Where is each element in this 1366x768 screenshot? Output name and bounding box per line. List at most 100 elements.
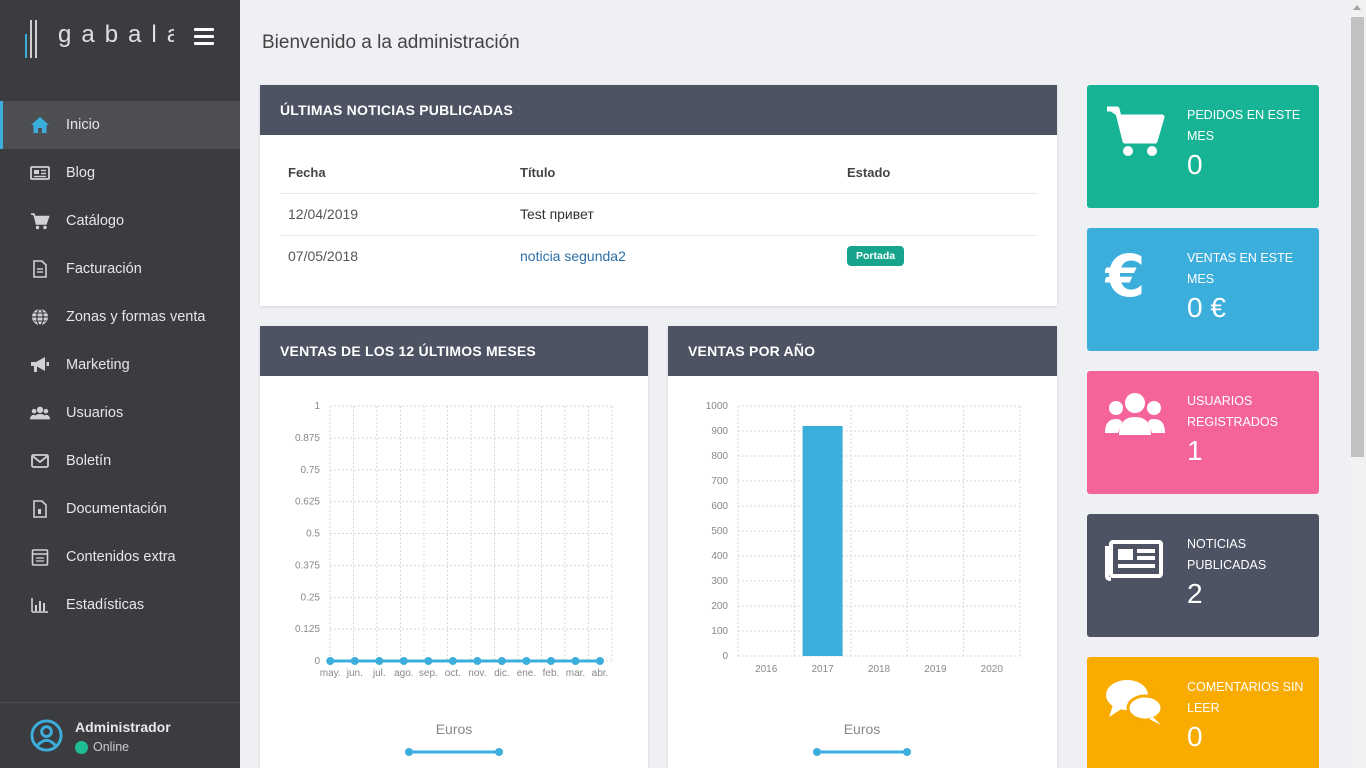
cart-icon [30, 211, 50, 231]
data-point [375, 657, 384, 665]
news-title-link[interactable]: noticia segunda2 [520, 248, 626, 264]
x-tick-label: jul. [372, 668, 386, 679]
sidebar-item-usuarios[interactable]: Usuarios [0, 389, 240, 437]
panel-title: ÚLTIMAS NOTICIAS PUBLICADAS [260, 85, 1057, 135]
sidebar-item-inicio[interactable]: Inicio [0, 101, 240, 149]
home-icon [30, 115, 50, 135]
scroll-up-arrow[interactable] [1353, 5, 1361, 10]
x-tick-label: feb. [543, 668, 560, 679]
x-tick-label: abr. [592, 668, 609, 679]
legend-label: Euros [436, 721, 473, 737]
hamburger-line [194, 28, 214, 31]
data-point [350, 657, 359, 665]
newspaper-icon [1105, 540, 1163, 581]
sidebar-nav: Inicio Blog Catálogo Facturación Zonas y… [0, 101, 240, 629]
yearly-sales-chart: 0 100 200 300 400 500 600 700 800 900 1000 2016 2017… [706, 401, 1021, 756]
y-tick-label: 1000 [706, 401, 729, 412]
data-point [497, 657, 506, 665]
y-tick-label: 300 [711, 576, 728, 587]
logo-row: gabala [0, 0, 240, 80]
news-date: 07/05/2018 [288, 248, 359, 265]
column-header: Fecha [280, 153, 512, 194]
x-tick-label: 2016 [755, 664, 778, 675]
y-tick-label: 0 [722, 651, 728, 662]
data-point [571, 657, 580, 665]
sidebar-item-facturacion[interactable]: Facturación [0, 245, 240, 293]
panel-title: VENTAS POR AÑO [668, 326, 1057, 376]
news-table: Fecha Título Estado 12/04/2019 Test прив… [280, 153, 1037, 277]
sidebar: gabala Inicio Blog Catálogo [0, 0, 240, 768]
news-title-link[interactable]: Test привет [520, 206, 594, 222]
card-value: 0 [1187, 721, 1203, 752]
scroll-thumb[interactable] [1351, 17, 1364, 457]
y-tick-label: 0.5 [306, 529, 320, 540]
bar-chart-icon [30, 595, 50, 615]
card-title: VENTAS EN ESTE MES [1187, 251, 1294, 286]
user-box[interactable]: Administrador Online [0, 702, 240, 768]
card-value: 2 [1187, 578, 1203, 609]
file-icon [30, 499, 50, 519]
sales-card[interactable]: € VENTAS EN ESTE MES 0 € [1087, 228, 1319, 351]
svg-text:€: € [1105, 246, 1145, 302]
sidebar-item-marketing[interactable]: Marketing [0, 341, 240, 389]
y-tick-label: 200 [711, 601, 728, 612]
x-tick-label: nov. [468, 668, 486, 679]
sidebar-item-boletin[interactable]: Boletín [0, 437, 240, 485]
globe-icon [30, 307, 50, 327]
news-status [839, 193, 1037, 236]
user-status-label: Online [93, 740, 130, 754]
bar [802, 426, 843, 656]
orders-card[interactable]: PEDIDOS EN ESTE MES 0 [1087, 85, 1319, 208]
x-tick-label: 2020 [981, 664, 1004, 675]
yearly-sales-panel: VENTAS POR AÑO 0 100 200 300 400 500 600 700 800… [668, 326, 1057, 768]
x-tick-label: oct. [445, 668, 461, 679]
x-tick-label: 2019 [924, 664, 947, 675]
legend-marker [405, 748, 413, 756]
data-point [448, 657, 457, 665]
users-icon [1105, 393, 1165, 435]
page-title: Bienvenido a la administración [262, 32, 520, 53]
sidebar-item-estadisticas[interactable]: Estadísticas [0, 581, 240, 629]
sidebar-item-blog[interactable]: Blog [0, 149, 240, 197]
y-tick-label: 0.875 [295, 433, 320, 444]
hamburger-line [194, 42, 214, 45]
column-header: Título [512, 153, 839, 194]
hamburger-line [194, 35, 214, 38]
y-tick-label: 800 [711, 451, 728, 462]
sidebar-item-documentacion[interactable]: Documentación [0, 485, 240, 533]
table-header-row: Fecha Título Estado [280, 153, 1037, 194]
x-tick-label: jun. [346, 668, 363, 679]
y-tick-label: 600 [711, 501, 728, 512]
page-scrollbar[interactable] [1349, 0, 1366, 768]
svg-text:gabala: gabala [58, 21, 174, 48]
y-tick-label: 0.625 [295, 497, 320, 508]
status-badge: Portada [847, 246, 905, 267]
menu-toggle-button[interactable] [194, 28, 214, 45]
card-value: 0 [1187, 149, 1203, 180]
legend-marker [903, 748, 911, 756]
sidebar-item-contenidos-extra[interactable]: Contenidos extra [0, 533, 240, 581]
brand-logo[interactable]: gabala [24, 16, 174, 62]
y-tick-label: 0.375 [295, 560, 320, 571]
x-tick-label: ene. [517, 668, 536, 679]
card-title: NOTICIAS PUBLICADAS [1187, 537, 1267, 572]
newspaper-icon [30, 163, 50, 183]
monthly-sales-panel: VENTAS DE LOS 12 ÚLTIMOS MESES 0 0.125 0.2… [260, 326, 648, 768]
legend-label: Euros [844, 721, 881, 737]
sidebar-item-label: Inicio [66, 117, 100, 133]
data-point [596, 657, 604, 665]
x-tick-label: 2018 [868, 664, 891, 675]
monthly-sales-chart: 0 0.125 0.25 0.375 0.5 0.625 0.75 0.875 1 may. jun… [295, 401, 613, 756]
y-tick-label: 900 [711, 426, 728, 437]
x-tick-label: ago. [394, 668, 413, 679]
sidebar-item-catalogo[interactable]: Catálogo [0, 197, 240, 245]
comments-card[interactable]: COMENTARIOS SIN LEER 0 [1087, 657, 1319, 768]
news-card[interactable]: NOTICIAS PUBLICADAS 2 [1087, 514, 1319, 637]
latest-news-panel: ÚLTIMAS NOTICIAS PUBLICADAS Fecha Título… [260, 85, 1057, 306]
users-card[interactable]: USUARIOS REGISTRADOS 1 [1087, 371, 1319, 494]
card-value: 1 [1187, 435, 1203, 466]
x-tick-label: sep. [419, 668, 438, 679]
sidebar-item-zonas[interactable]: Zonas y formas venta [0, 293, 240, 341]
sidebar-item-label: Catálogo [66, 213, 125, 229]
news-status: Portada [839, 235, 1037, 277]
